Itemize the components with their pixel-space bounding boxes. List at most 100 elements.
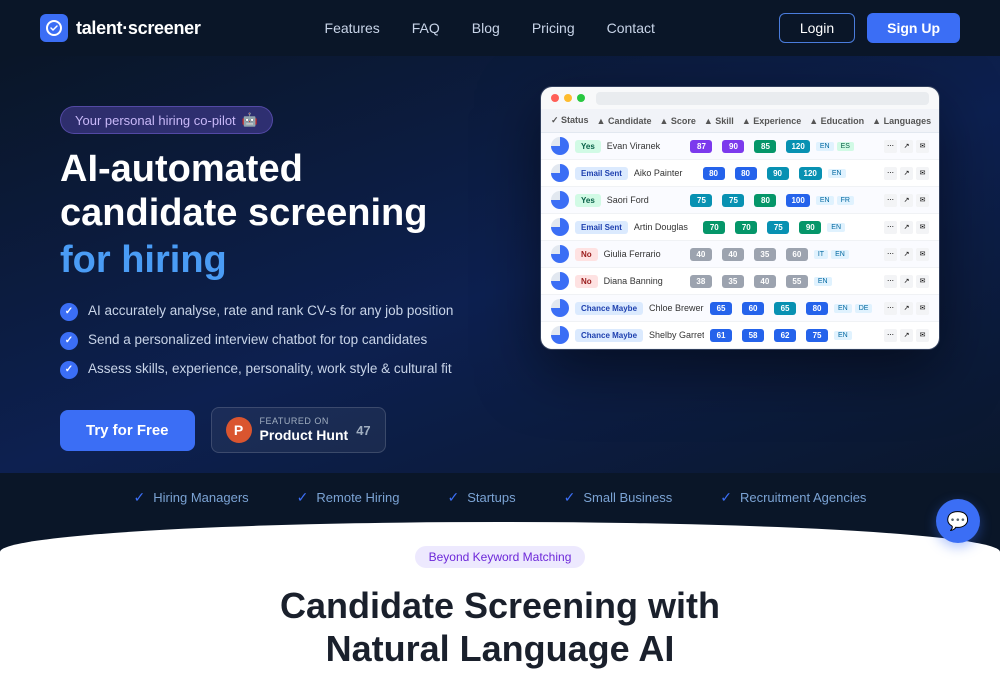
exp-pill: 62 bbox=[774, 329, 796, 342]
col-lang: ▲ Languages bbox=[872, 116, 931, 126]
score-pill: 80 bbox=[703, 167, 725, 180]
table-row: Yes Evan Viranek 87 90 85 120 EN ES ⋯ ↗ bbox=[541, 133, 939, 160]
table-row: Chance Maybe Shelby Garrett 61 58 62 75 … bbox=[541, 322, 939, 349]
hero-feature-2: Send a personalized interview chatbot fo… bbox=[60, 331, 500, 350]
skill-pill: 40 bbox=[722, 248, 744, 261]
skill-pill: 70 bbox=[735, 221, 757, 234]
skill-pill: 80 bbox=[735, 167, 757, 180]
exp-pill: 90 bbox=[767, 167, 789, 180]
edu-pill: 90 bbox=[799, 221, 821, 234]
dashboard-mockup: ✓ Status ▲ Candidate ▲ Score ▲ Skill ▲ E… bbox=[540, 86, 940, 350]
lang-pills: EN bbox=[828, 169, 878, 178]
product-hunt-badge[interactable]: P FEATURED ON Product Hunt 47 bbox=[211, 407, 386, 453]
logo-icon bbox=[40, 14, 68, 42]
nav-contact[interactable]: Contact bbox=[607, 20, 655, 36]
score-pill: 38 bbox=[690, 275, 712, 288]
status-badge: Chance Maybe bbox=[575, 302, 643, 315]
action-icons[interactable]: ⋯ ↗ ✉ bbox=[884, 194, 929, 207]
trust-item-1: ✓ Hiring Managers bbox=[134, 489, 249, 506]
logo[interactable]: talent·screener bbox=[40, 14, 201, 42]
status-badge: Email Sent bbox=[575, 167, 628, 180]
ph-featured-label: FEATURED ON bbox=[260, 416, 349, 427]
edu-pill: 75 bbox=[806, 329, 828, 342]
nav-pricing[interactable]: Pricing bbox=[532, 20, 575, 36]
action-icons[interactable]: ⋯ ↗ ✉ bbox=[884, 167, 929, 180]
edu-pill: 55 bbox=[786, 275, 808, 288]
edu-pill: 80 bbox=[806, 302, 828, 315]
spinner-icon bbox=[551, 245, 569, 263]
status-badge: No bbox=[575, 248, 598, 261]
hero-feature-1: AI accurately analyse, rate and rank CV-… bbox=[60, 302, 500, 321]
action-icons[interactable]: ⋯ ↗ ✉ bbox=[884, 302, 929, 315]
col-skill: ▲ Skill bbox=[704, 116, 734, 126]
action-icons[interactable]: ⋯ ↗ ✉ bbox=[884, 248, 929, 261]
action-icons[interactable]: ⋯ ↗ ✉ bbox=[884, 275, 929, 288]
chat-bubble-icon: 💬 bbox=[947, 511, 969, 532]
score-pill: 61 bbox=[710, 329, 732, 342]
spinner-icon bbox=[551, 164, 569, 182]
edu-pill: 60 bbox=[786, 248, 808, 261]
hero-features: AI accurately analyse, rate and rank CV-… bbox=[60, 302, 500, 379]
check-icon-3 bbox=[60, 361, 78, 379]
candidate-name: Shelby Garrett bbox=[649, 330, 704, 340]
nav-blog[interactable]: Blog bbox=[472, 20, 500, 36]
candidate-name: Chloe Brewer bbox=[649, 303, 704, 313]
ph-text: FEATURED ON Product Hunt bbox=[260, 416, 349, 444]
status-badge: Yes bbox=[575, 140, 601, 153]
score-pill: 87 bbox=[690, 140, 712, 153]
exp-pill: 85 bbox=[754, 140, 776, 153]
action-icons[interactable]: ⋯ ↗ ✉ bbox=[884, 221, 929, 234]
hero-badge-text: Your personal hiring co-pilot bbox=[75, 113, 236, 128]
score-pill: 70 bbox=[703, 221, 725, 234]
table-row: Chance Maybe Chloe Brewer 65 60 65 80 EN… bbox=[541, 295, 939, 322]
skill-pill: 60 bbox=[742, 302, 764, 315]
ph-name: Product Hunt bbox=[260, 427, 349, 444]
action-icons[interactable]: ⋯ ↗ ✉ bbox=[884, 140, 929, 153]
table-row: No Giulia Ferrario 40 40 35 60 IT EN ⋯ ↗ bbox=[541, 241, 939, 268]
skill-pill: 58 bbox=[742, 329, 764, 342]
exp-pill: 35 bbox=[754, 248, 776, 261]
action-icon[interactable]: ⋯ bbox=[884, 140, 897, 153]
trust-check-icon-4: ✓ bbox=[564, 489, 576, 506]
action-icon[interactable]: ✉ bbox=[916, 140, 929, 153]
candidate-name: Saori Ford bbox=[607, 195, 685, 205]
trust-check-icon-1: ✓ bbox=[134, 489, 146, 506]
status-badge: Chance Maybe bbox=[575, 329, 643, 342]
nav-faq[interactable]: FAQ bbox=[412, 20, 440, 36]
edu-pill: 120 bbox=[799, 167, 822, 180]
candidate-name: Aiko Painter bbox=[634, 168, 697, 178]
chat-bubble[interactable]: 💬 bbox=[936, 499, 980, 543]
skill-pill: 90 bbox=[722, 140, 744, 153]
edu-pill: 100 bbox=[786, 194, 809, 207]
dashboard-topbar bbox=[541, 87, 939, 109]
exp-pill: 80 bbox=[754, 194, 776, 207]
spinner-icon bbox=[551, 191, 569, 209]
action-icons[interactable]: ⋯ ↗ ✉ bbox=[884, 329, 929, 342]
try-free-button[interactable]: Try for Free bbox=[60, 410, 195, 451]
login-button[interactable]: Login bbox=[779, 13, 855, 43]
spinner-icon bbox=[551, 272, 569, 290]
table-row: Yes Saori Ford 75 75 80 100 EN FR ⋯ ↗ bbox=[541, 187, 939, 214]
nav-links: Features FAQ Blog Pricing Contact bbox=[325, 20, 655, 36]
signup-button[interactable]: Sign Up bbox=[867, 13, 960, 43]
trust-bar: ✓ Hiring Managers ✓ Remote Hiring ✓ Star… bbox=[0, 473, 1000, 522]
dot-red bbox=[551, 94, 559, 102]
trust-check-icon-2: ✓ bbox=[297, 489, 309, 506]
logo-text: talent·screener bbox=[76, 18, 201, 39]
candidate-name: Giulia Ferrario bbox=[604, 249, 684, 259]
beyond-badge: Beyond Keyword Matching bbox=[415, 546, 586, 568]
spinner-icon bbox=[551, 137, 569, 155]
hero-feature-3: Assess skills, experience, personality, … bbox=[60, 360, 500, 379]
nav-features[interactable]: Features bbox=[325, 20, 380, 36]
hero-section: Your personal hiring co-pilot 🤖 AI-autom… bbox=[0, 56, 1000, 522]
status-badge: Email Sent bbox=[575, 221, 628, 234]
action-icon[interactable]: ↗ bbox=[900, 140, 913, 153]
hero-title-blue: for hiring bbox=[60, 239, 500, 282]
score-pill: 40 bbox=[690, 248, 712, 261]
ph-count: 47 bbox=[356, 423, 370, 438]
edu-pill: 120 bbox=[786, 140, 809, 153]
lang-pills: EN ES bbox=[816, 142, 878, 151]
spinner-icon bbox=[551, 218, 569, 236]
table-row: Email Sent Aiko Painter 80 80 90 120 EN … bbox=[541, 160, 939, 187]
exp-pill: 75 bbox=[767, 221, 789, 234]
